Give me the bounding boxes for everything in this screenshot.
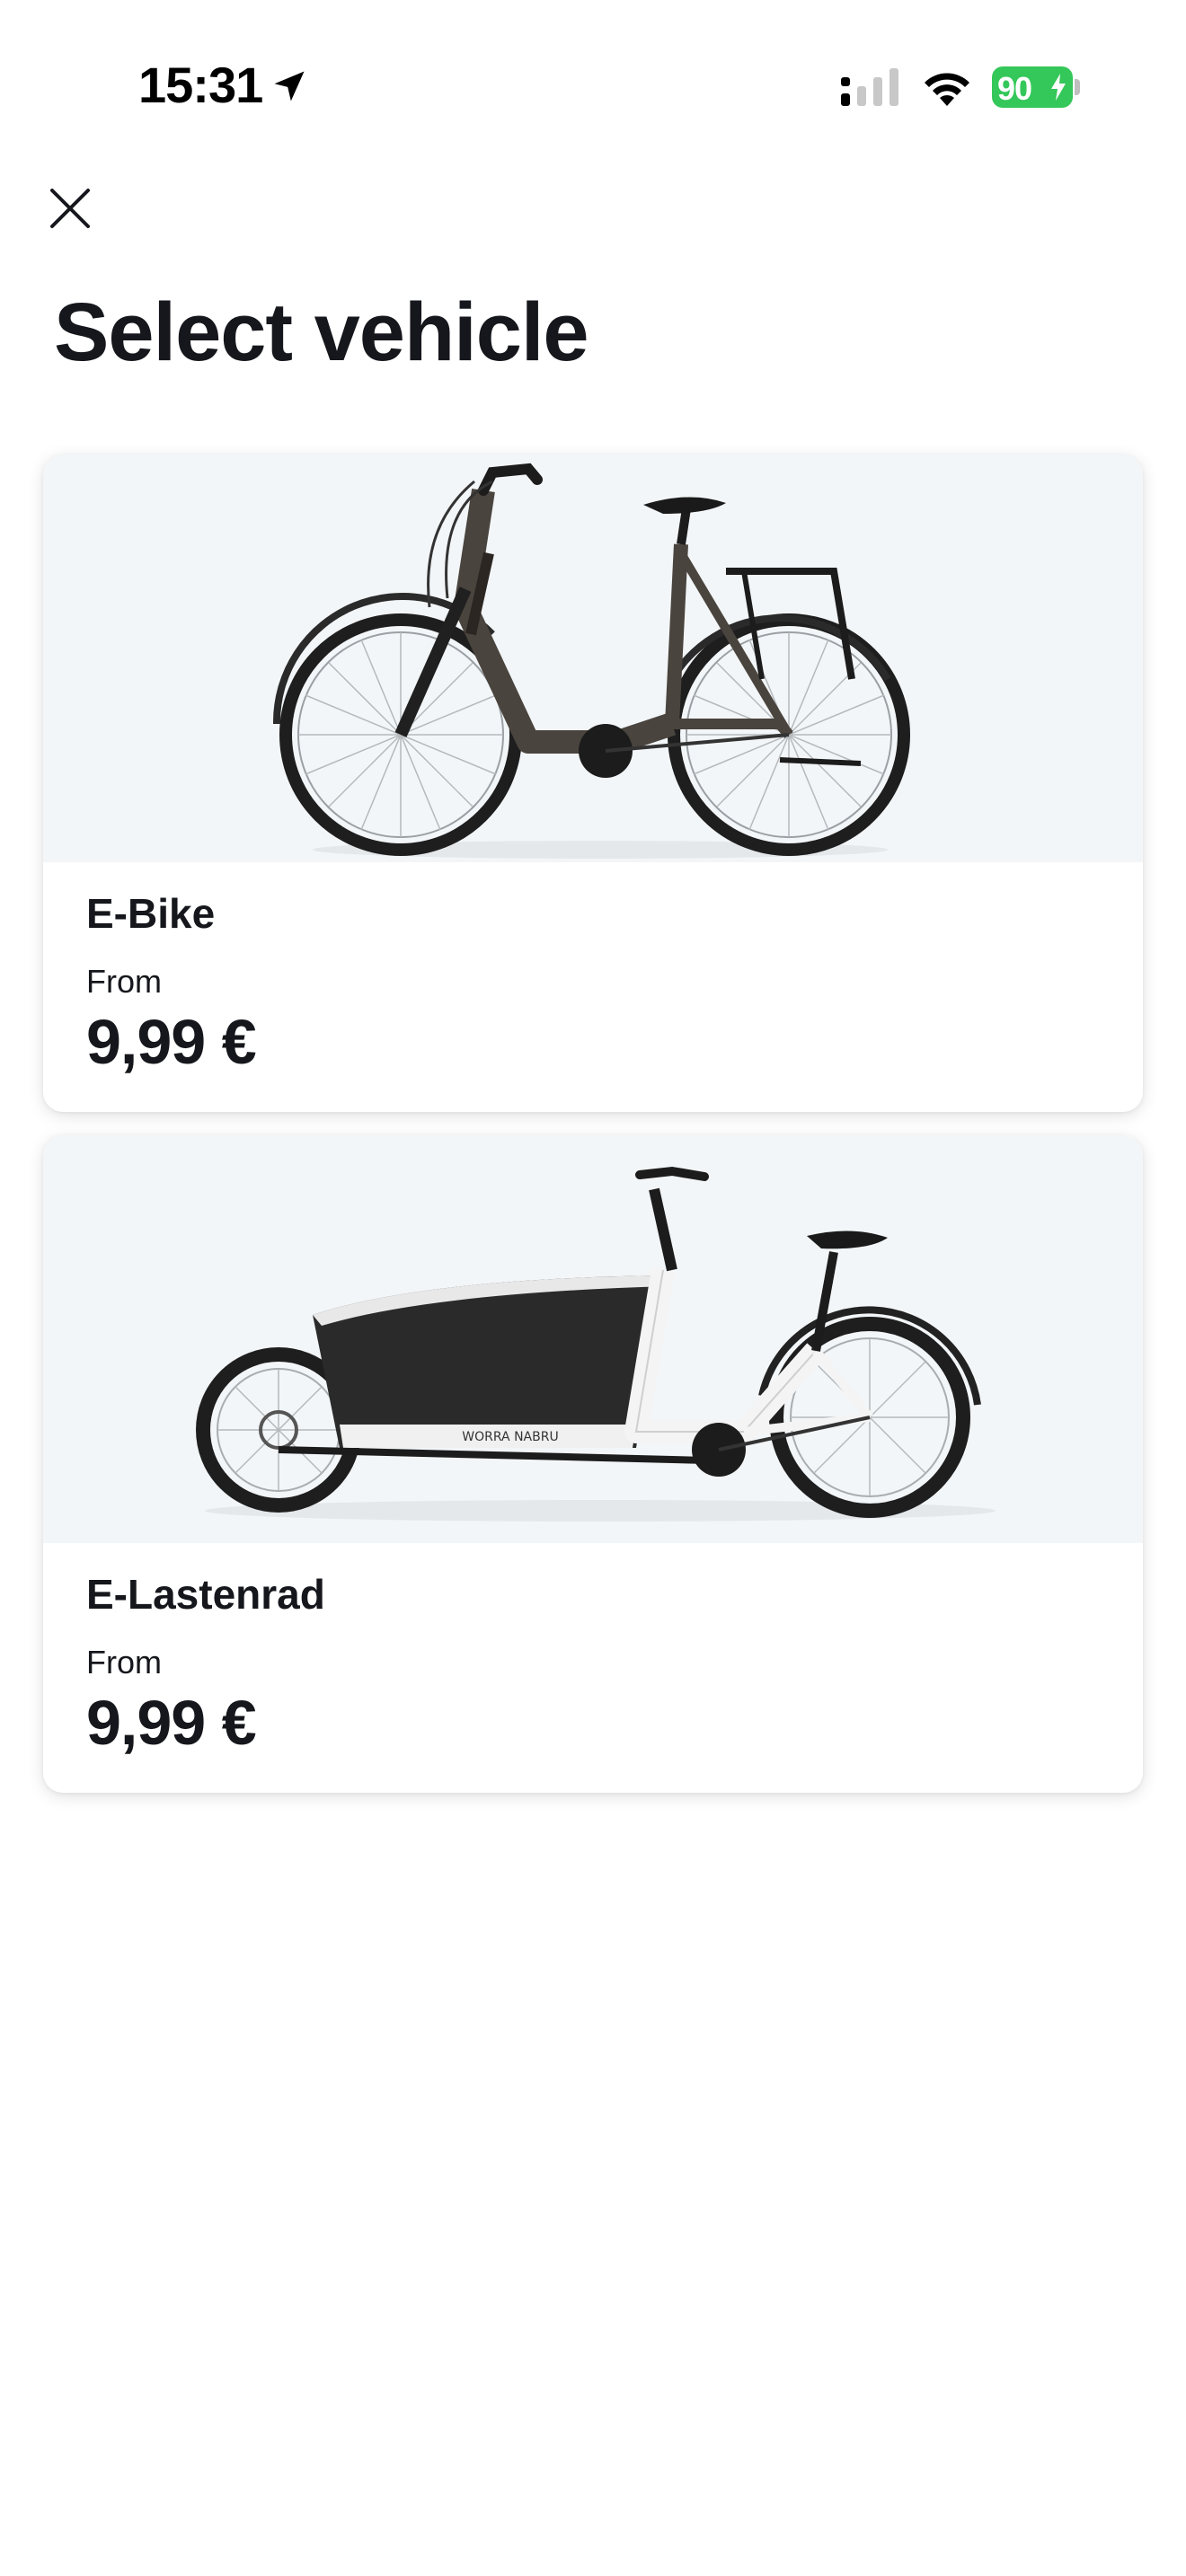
battery-percent: 90 — [997, 70, 1032, 107]
vehicle-card-e-bike[interactable]: E-Bike From 9,99 € — [43, 454, 1143, 1112]
bolt-icon — [1051, 74, 1066, 101]
status-time: 15:31 — [138, 57, 263, 113]
price-value: 9,99 € — [86, 1007, 257, 1077]
battery-charging-icon: 90 — [992, 66, 1073, 108]
price-label: From — [86, 1644, 162, 1681]
price-value: 9,99 € — [86, 1688, 257, 1758]
location-arrow-icon — [274, 71, 305, 101]
svg-text:WORRA NABRU: WORRA NABRU — [462, 1430, 558, 1444]
select-vehicle-screen: 15:31 90 Select vehicle E-Bike From 9,99… — [0, 0, 1186, 2576]
close-icon — [50, 189, 90, 228]
page-title: Select vehicle — [54, 287, 589, 378]
battery-cap — [1075, 79, 1080, 95]
close-button[interactable] — [41, 180, 99, 237]
cellular-signal-icon — [841, 68, 898, 106]
status-bar: 15:31 90 — [0, 0, 1186, 171]
wifi-icon — [925, 73, 969, 106]
price-label: From — [86, 963, 162, 1000]
e-bike-image — [43, 454, 1143, 862]
cargo-bike-image: WORRA NABRU — [43, 1135, 1143, 1543]
vehicle-name: E-Bike — [86, 890, 216, 937]
vehicle-name: E-Lastenrad — [86, 1571, 325, 1618]
vehicle-card-e-lastenrad[interactable]: WORRA NABRU E-Lastenrad From 9,99 € — [43, 1135, 1143, 1793]
